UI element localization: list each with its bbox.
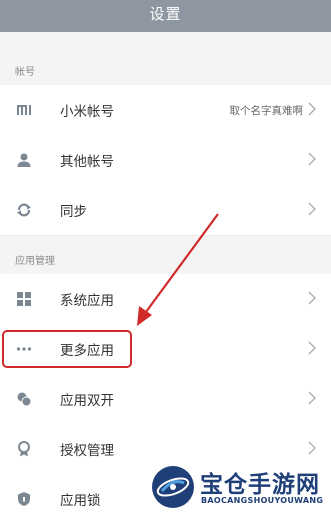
watermark-logo-icon: [152, 466, 194, 508]
watermark-text: 宝仓手游网: [200, 471, 320, 498]
watermark-subtext: BAOCANGSHOUYOUWANG: [201, 496, 324, 505]
watermark: 宝仓手游网 BAOCANGSHOUYOUWANG: [150, 462, 331, 514]
annotation-arrow-icon: [137, 213, 219, 326]
